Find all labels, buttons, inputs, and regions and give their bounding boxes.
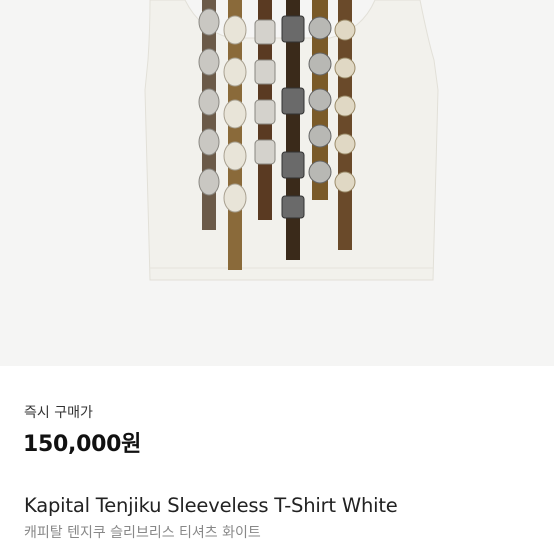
product-image[interactable]: [0, 0, 554, 366]
shirt-illustration: [144, 0, 439, 281]
price-label: 즉시 구매가: [24, 405, 93, 421]
product-title[interactable]: Kapital Tenjiku Sleeveless T-Shirt White: [24, 494, 398, 517]
product-subtitle: 캐피탈 텐지쿠 슬리브리스 티셔츠 화이트: [24, 525, 261, 541]
price-value: 150,000원: [23, 432, 142, 457]
product-info: 즉시 구매가 150,000원 Kapital Tenjiku Sleevele…: [0, 366, 554, 554]
